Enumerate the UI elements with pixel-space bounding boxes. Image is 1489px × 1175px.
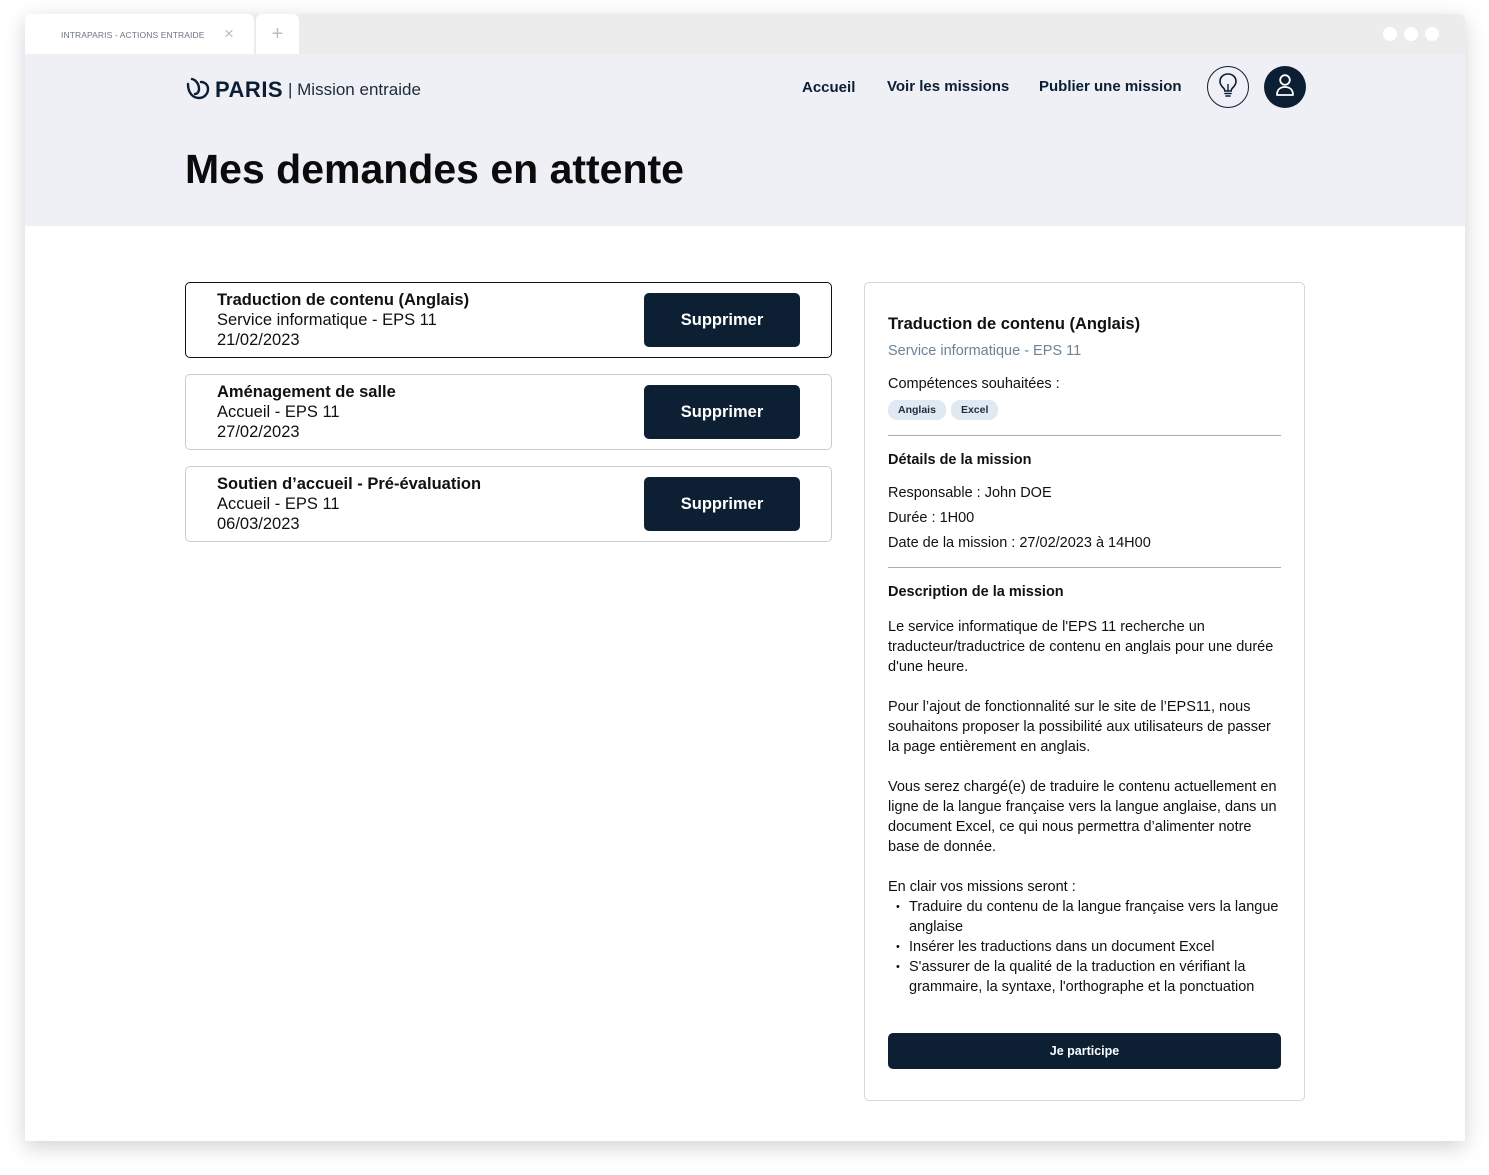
request-service: Service informatique - EPS 11	[217, 311, 437, 329]
ideas-button[interactable]	[1207, 66, 1249, 108]
mission-date: Date de la mission : 27/02/2023 à 14H00	[888, 535, 1151, 551]
request-title: Soutien d’accueil - Pré-évaluation	[217, 475, 482, 493]
missions-list-intro: En clair vos missions seront :	[888, 879, 1076, 895]
description-paragraph: Vous serez chargé(e) de traduire le cont…	[888, 779, 1277, 855]
delete-request-button[interactable]: Supprimer	[644, 385, 800, 439]
participate-button[interactable]: Je participe	[888, 1033, 1281, 1069]
request-card[interactable]: Soutien d’accueil - Pré-évaluation Accue…	[185, 466, 832, 542]
page-title: Mes demandes en attente	[185, 146, 684, 192]
new-tab-icon[interactable]: +	[256, 14, 299, 54]
window-control-dot[interactable]	[1425, 27, 1439, 41]
request-title: Aménagement de salle	[217, 383, 396, 401]
skill-chip: Anglais	[888, 400, 946, 420]
request-card[interactable]: Traduction de contenu (Anglais) Service …	[185, 282, 832, 358]
browser-tab-title: INTRAPARIS - ACTIONS ENTRAIDE	[61, 30, 205, 40]
nav-link-accueil[interactable]: Accueil	[802, 79, 855, 96]
delete-request-button[interactable]: Supprimer	[644, 293, 800, 347]
missions-list: Traduire du contenu de la langue françai…	[888, 897, 1286, 997]
browser-tab-bar: INTRAPARIS - ACTIONS ENTRAIDE × +	[25, 14, 1465, 54]
browser-window: INTRAPARIS - ACTIONS ENTRAIDE × + PARIS …	[25, 14, 1465, 1141]
nav-link-publier-mission[interactable]: Publier une mission	[1039, 78, 1182, 95]
window-controls	[1383, 27, 1446, 46]
description-heading: Description de la mission	[888, 584, 1064, 600]
request-title: Traduction de contenu (Anglais)	[217, 291, 470, 309]
request-date: 21/02/2023	[217, 331, 300, 349]
mission-description: Le service informatique de l'EPS 11 rech…	[888, 617, 1286, 997]
description-paragraph: Le service informatique de l'EPS 11 rech…	[888, 619, 1274, 675]
lightbulb-icon	[1217, 72, 1239, 103]
section-divider	[888, 567, 1281, 568]
request-service: Accueil - EPS 11	[217, 403, 340, 421]
mission-responsable: Responsable : John DOE	[888, 485, 1052, 501]
user-account-button[interactable]	[1264, 66, 1306, 108]
window-control-dot[interactable]	[1404, 27, 1418, 41]
browser-tab[interactable]: INTRAPARIS - ACTIONS ENTRAIDE ×	[25, 14, 254, 54]
nav-link-voir-missions[interactable]: Voir les missions	[887, 78, 1009, 95]
logo-wordmark: PARIS	[215, 77, 284, 102]
request-date: 27/02/2023	[217, 423, 300, 441]
close-tab-icon[interactable]: ×	[224, 24, 234, 44]
mission-bullet: Traduire du contenu de la langue françai…	[888, 897, 1286, 937]
mission-bullet: S'assurer de la qualité de la traduction…	[888, 957, 1286, 997]
page-header: PARIS | Mission entraide Accueil Voir le…	[25, 54, 1465, 226]
delete-request-button[interactable]: Supprimer	[644, 477, 800, 531]
request-date: 06/03/2023	[217, 515, 300, 533]
section-divider	[888, 435, 1281, 436]
skill-chip: Excel	[950, 400, 999, 420]
request-card[interactable]: Aménagement de salle Accueil - EPS 11 27…	[185, 374, 832, 450]
mission-duration: Durée : 1H00	[888, 510, 975, 526]
mission-title: Traduction de contenu (Anglais)	[888, 315, 1141, 333]
details-heading: Détails de la mission	[888, 452, 1032, 468]
window-control-dot[interactable]	[1383, 27, 1397, 41]
paris-logo-icon	[185, 75, 211, 106]
mission-detail-panel: Traduction de contenu (Anglais) Service …	[864, 282, 1305, 1101]
skills-label: Compétences souhaitées :	[888, 376, 1060, 392]
mission-service: Service informatique - EPS 11	[888, 343, 1082, 359]
logo-subtitle: | Mission entraide	[288, 80, 421, 99]
request-service: Accueil - EPS 11	[217, 495, 340, 513]
skills-list: Anglais Excel	[888, 400, 1003, 420]
user-icon	[1275, 73, 1295, 102]
description-paragraph: Pour l’ajout de fonctionnalité sur le si…	[888, 699, 1271, 755]
mission-bullet: Insérer les traductions dans un document…	[888, 937, 1286, 957]
